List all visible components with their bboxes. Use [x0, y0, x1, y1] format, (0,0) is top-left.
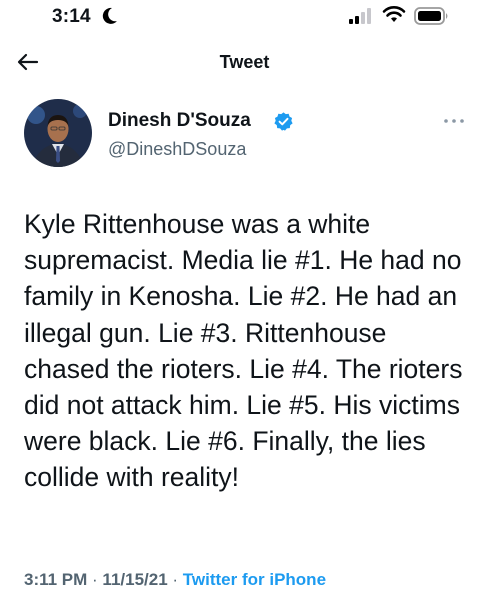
meta-separator: · — [87, 570, 103, 589]
tweet-time[interactable]: 3:11 PM — [24, 570, 87, 589]
tweet-date[interactable]: 11/15/21 — [102, 570, 167, 589]
avatar[interactable] — [24, 99, 92, 167]
wifi-icon — [382, 6, 406, 22]
more-options-icon[interactable] — [442, 117, 466, 125]
status-time: 3:14 — [52, 6, 91, 27]
tweet-source-link[interactable]: Twitter for iPhone — [183, 570, 326, 589]
battery-icon — [414, 7, 448, 25]
tweet-header: Tweet — [0, 40, 489, 84]
page-title: Tweet — [219, 52, 270, 72]
tweet-text: Kyle Rittenhouse was a white supremacist… — [24, 209, 463, 493]
tweet-meta: 3:11 PM · 11/15/21 · Twitter for iPhone — [24, 570, 326, 590]
meta-separator: · — [167, 570, 183, 589]
verified-badge-icon — [274, 112, 293, 131]
author-name[interactable]: Dinesh D'Souza — [108, 110, 251, 132]
moon-icon — [102, 7, 117, 24]
avatar-image — [24, 99, 92, 167]
cellular-signal-icon — [349, 8, 371, 24]
status-bar: 3:14 — [0, 0, 489, 34]
author-handle[interactable]: @DineshDSouza — [108, 139, 246, 160]
